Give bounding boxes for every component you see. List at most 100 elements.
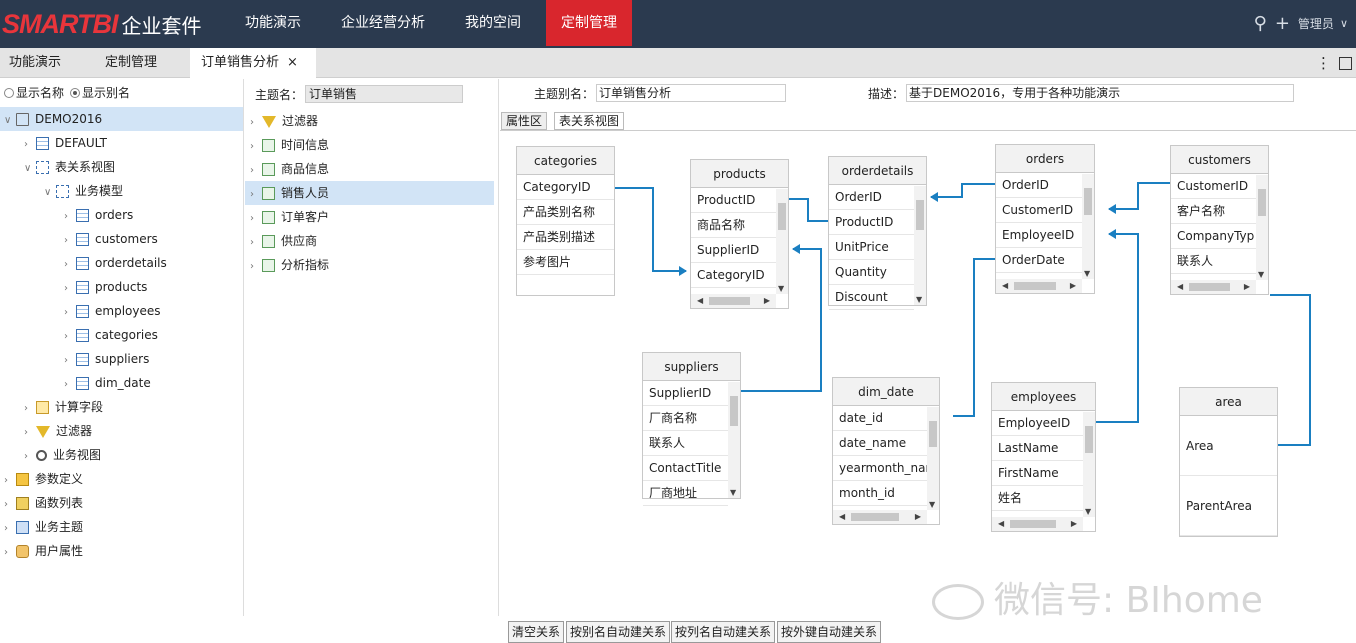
entity-dim_date[interactable]: dim_date date_id date_name yearmonth_nar mon… bbox=[832, 377, 940, 525]
entity-orderdetails[interactable]: orderdetails OrderID ProductID UnitPrice Qua… bbox=[828, 156, 927, 310]
chevron-right-icon[interactable]: › bbox=[4, 541, 16, 565]
entity-field[interactable]: UnitPrice bbox=[829, 235, 914, 260]
entity-field[interactable]: 厂商名称 bbox=[643, 406, 728, 431]
subject-folder-2[interactable]: › 商品信息 bbox=[245, 157, 494, 181]
chevron-down-icon[interactable]: ∨ bbox=[1340, 17, 1348, 30]
scrollbar-thumb[interactable] bbox=[929, 421, 937, 447]
entity-title[interactable]: customers bbox=[1171, 146, 1268, 174]
entity-title[interactable]: area bbox=[1180, 388, 1277, 416]
chevron-right-icon[interactable]: › bbox=[64, 349, 76, 373]
entity-field[interactable]: 姓名 bbox=[992, 486, 1083, 511]
entity-field[interactable]: LastName bbox=[992, 436, 1083, 461]
chevron-right-icon[interactable]: › bbox=[250, 255, 262, 279]
entity-field[interactable]: date_id bbox=[833, 406, 927, 431]
entity-title[interactable]: employees bbox=[992, 383, 1095, 411]
chevron-right-icon[interactable]: › bbox=[24, 421, 36, 445]
entity-field[interactable]: 厂商地址 bbox=[643, 481, 728, 506]
clear-relations-button[interactable]: 清空关系 bbox=[508, 621, 565, 643]
tree-node-参数定义[interactable]: › 参数定义 bbox=[0, 467, 243, 491]
entity-field[interactable]: CategoryID bbox=[517, 175, 614, 200]
user-menu[interactable]: 管理员 bbox=[1298, 15, 1334, 32]
tree-node-employees[interactable]: › employees bbox=[0, 299, 243, 323]
vertical-scrollbar[interactable]: ▼ bbox=[927, 407, 939, 510]
chevron-right-icon[interactable]: › bbox=[64, 205, 76, 229]
tree-node-orderdetails[interactable]: › orderdetails bbox=[0, 251, 243, 275]
maximize-icon[interactable] bbox=[1339, 56, 1352, 70]
chevron-right-icon[interactable]: › bbox=[4, 517, 16, 541]
entity-field[interactable]: 联系人 bbox=[1171, 249, 1256, 274]
entity-field[interactable]: month_id bbox=[833, 481, 927, 506]
scrollbar-thumb[interactable] bbox=[709, 297, 750, 305]
alias-input[interactable]: 订单销售分析 bbox=[596, 84, 787, 102]
tree-node-default[interactable]: › DEFAULT bbox=[0, 131, 243, 155]
tree-node-业务模型[interactable]: ∨ 业务模型 bbox=[0, 179, 243, 203]
entity-field[interactable]: Discount bbox=[829, 285, 914, 310]
chevron-right-icon[interactable]: › bbox=[250, 183, 262, 207]
scroll-down-icon[interactable]: ▼ bbox=[1085, 507, 1091, 516]
topnav-custom-management[interactable]: 定制管理 bbox=[546, 0, 632, 46]
close-icon[interactable]: × bbox=[287, 55, 298, 70]
horizontal-scrollbar[interactable]: ◀ ▶ bbox=[833, 510, 927, 524]
chevron-down-icon[interactable]: ∨ bbox=[4, 109, 16, 133]
entity-field[interactable]: OrderID bbox=[996, 173, 1082, 198]
tab-properties[interactable]: 属性区 bbox=[501, 112, 548, 130]
chevron-right-icon[interactable]: › bbox=[64, 325, 76, 349]
topnav-demo[interactable]: 功能演示 bbox=[229, 0, 317, 46]
entity-field[interactable]: 产品类别描述 bbox=[517, 225, 614, 250]
scroll-down-icon[interactable]: ▼ bbox=[916, 295, 922, 304]
subject-folder-0[interactable]: › 过滤器 bbox=[245, 109, 494, 133]
entity-field[interactable]: SupplierID bbox=[643, 381, 728, 406]
entity-title[interactable]: dim_date bbox=[833, 378, 939, 406]
scroll-right-icon[interactable]: ▶ bbox=[1244, 282, 1250, 291]
subject-folder-3[interactable]: › 销售人员 bbox=[245, 181, 494, 205]
scrollbar-thumb[interactable] bbox=[730, 396, 738, 426]
scroll-down-icon[interactable]: ▼ bbox=[1258, 270, 1264, 279]
tree-node-表关系视图[interactable]: ∨ 表关系视图 bbox=[0, 155, 243, 179]
entity-field[interactable]: date_name bbox=[833, 431, 927, 456]
chevron-right-icon[interactable]: › bbox=[64, 253, 76, 277]
tab-custom-management[interactable]: 定制管理 bbox=[92, 48, 188, 78]
entity-orders[interactable]: orders OrderID CustomerID EmployeeID OrderDa… bbox=[995, 144, 1095, 294]
entity-field[interactable]: EmployeeID bbox=[992, 411, 1083, 436]
scroll-down-icon[interactable]: ▼ bbox=[778, 284, 784, 293]
topnav-my-space[interactable]: 我的空间 bbox=[449, 0, 537, 46]
entity-field[interactable]: CustomerID bbox=[996, 198, 1082, 223]
scrollbar-thumb[interactable] bbox=[916, 200, 924, 230]
subject-name-input[interactable]: 订单销售 bbox=[305, 85, 464, 103]
entity-field[interactable]: 联系人 bbox=[643, 431, 728, 456]
scrollbar-thumb[interactable] bbox=[778, 203, 786, 230]
entity-field[interactable]: Quantity bbox=[829, 260, 914, 285]
entity-customers[interactable]: customers CustomerID 客户名称 CompanyTyp 联系人 ▼ ◀ ▶ bbox=[1170, 145, 1269, 295]
chevron-right-icon[interactable]: › bbox=[250, 159, 262, 183]
tree-node-dim_date[interactable]: › dim_date bbox=[0, 371, 243, 395]
chevron-right-icon[interactable]: › bbox=[250, 231, 262, 255]
scroll-left-icon[interactable]: ◀ bbox=[839, 512, 845, 521]
scrollbar-thumb[interactable] bbox=[1014, 282, 1056, 290]
horizontal-scrollbar[interactable]: ◀ ▶ bbox=[996, 279, 1082, 293]
chevron-right-icon[interactable]: › bbox=[64, 373, 76, 397]
tree-node-用户属性[interactable]: › 用户属性 bbox=[0, 539, 243, 563]
entity-products[interactable]: products ProductID 商品名称 SupplierID CategoryI… bbox=[690, 159, 789, 309]
tree-node-业务视图[interactable]: › 业务视图 bbox=[0, 443, 243, 467]
entity-suppliers[interactable]: suppliers SupplierID 厂商名称 联系人 ContactTitle 厂商… bbox=[642, 352, 741, 506]
entity-title[interactable]: orderdetails bbox=[829, 157, 926, 185]
tab-relation-view[interactable]: 表关系视图 bbox=[554, 112, 625, 130]
tree-node-customers[interactable]: › customers bbox=[0, 227, 243, 251]
vertical-scrollbar[interactable]: ▼ bbox=[1083, 412, 1095, 517]
entity-field[interactable]: ContactTitle bbox=[643, 456, 728, 481]
chevron-right-icon[interactable]: › bbox=[4, 493, 16, 517]
tab-order-sales-analysis[interactable]: 订单销售分析 × bbox=[190, 48, 316, 78]
tree-node-categories[interactable]: › categories bbox=[0, 323, 243, 347]
entity-employees[interactable]: employees EmployeeID LastName FirstName 姓名 ▼ ◀… bbox=[991, 382, 1096, 532]
scroll-down-icon[interactable]: ▼ bbox=[1084, 269, 1090, 278]
scrollbar-thumb[interactable] bbox=[1084, 188, 1092, 215]
scroll-down-icon[interactable]: ▼ bbox=[929, 500, 935, 509]
vertical-scrollbar[interactable]: ▼ bbox=[776, 189, 788, 294]
entity-title[interactable]: products bbox=[691, 160, 788, 188]
radio-show-alias[interactable]: 显示别名 bbox=[70, 84, 130, 101]
entity-field[interactable]: CompanyTyp bbox=[1171, 224, 1256, 249]
scroll-right-icon[interactable]: ▶ bbox=[764, 296, 770, 305]
tree-node-过滤器[interactable]: › 过滤器 bbox=[0, 419, 243, 443]
entity-field[interactable]: EmployeeID bbox=[996, 223, 1082, 248]
scrollbar-thumb[interactable] bbox=[851, 513, 899, 521]
